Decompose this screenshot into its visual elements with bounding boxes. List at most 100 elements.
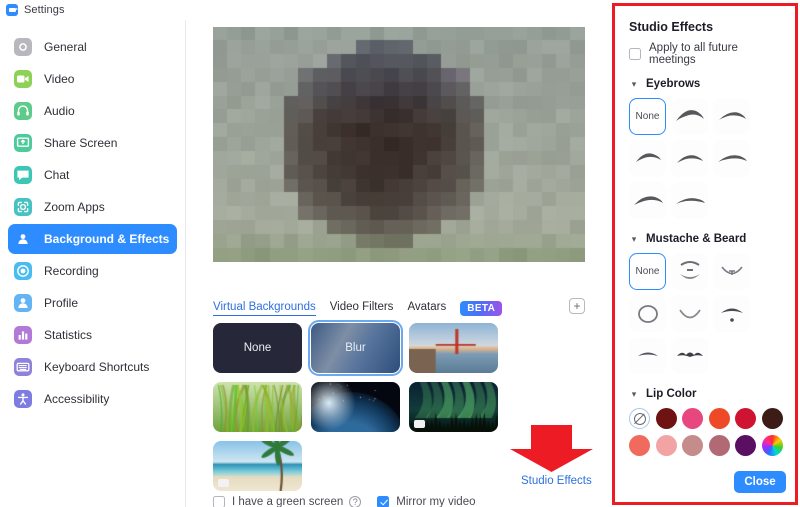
lip-color-swatch[interactable] <box>762 408 783 429</box>
lip-color-custom-swatch[interactable] <box>762 435 783 456</box>
background-thumbnail[interactable] <box>409 323 498 373</box>
studio-effects-link[interactable]: Studio Effects <box>521 475 592 487</box>
effect-thumb-icon <box>672 296 708 332</box>
sidebar-item-profile[interactable]: Profile <box>8 288 177 318</box>
chevron-down-icon: ▾ <box>629 234 639 245</box>
tab-video-filters[interactable]: Video Filters <box>330 301 394 315</box>
background-thumbnail[interactable] <box>311 382 400 432</box>
help-icon[interactable]: ? <box>349 496 361 507</box>
background-thumbnail[interactable] <box>213 382 302 432</box>
keyboard-icon <box>14 358 32 376</box>
background-thumbnail[interactable] <box>213 441 302 491</box>
effect-option[interactable] <box>629 140 666 177</box>
apply-future-meetings-checkbox[interactable] <box>629 48 641 60</box>
effect-option[interactable] <box>671 337 708 374</box>
add-background-button[interactable]: + <box>569 298 585 314</box>
sidebar-item-label: Accessibility <box>44 392 109 406</box>
sidebar-item-share-screen[interactable]: Share Screen <box>8 128 177 158</box>
effect-option[interactable] <box>713 295 750 332</box>
profile-icon <box>14 294 32 312</box>
effect-option[interactable]: None <box>629 253 666 290</box>
sidebar-item-background-effects[interactable]: Background & Effects <box>8 224 177 254</box>
lip-color-swatch[interactable] <box>682 435 703 456</box>
sidebar-item-label: Profile <box>44 296 78 310</box>
background-thumbnail[interactable] <box>409 382 498 432</box>
chevron-down-icon: ▾ <box>629 79 639 90</box>
effect-thumb-icon <box>714 141 750 177</box>
lip-color-swatch[interactable] <box>629 435 650 456</box>
mirror-video-checkbox[interactable] <box>377 496 389 507</box>
effect-option[interactable] <box>629 295 666 332</box>
sidebar-item-zoom-apps[interactable]: Zoom Apps <box>8 192 177 222</box>
sidebar-item-keyboard-shortcuts[interactable]: Keyboard Shortcuts <box>8 352 177 382</box>
lip-color-swatch[interactable] <box>709 408 730 429</box>
effect-option[interactable] <box>671 98 708 135</box>
tab-avatars[interactable]: Avatars <box>407 301 446 315</box>
section-header-mustache-beard[interactable]: ▾ Mustache & Beard <box>629 233 783 245</box>
green-screen-checkbox[interactable] <box>213 496 225 507</box>
tab-virtual-backgrounds[interactable]: Virtual Backgrounds <box>213 301 316 316</box>
lip-color-swatch[interactable] <box>656 408 677 429</box>
sidebar-item-statistics[interactable]: Statistics <box>8 320 177 350</box>
effect-option[interactable] <box>713 253 750 290</box>
effect-option[interactable] <box>629 337 666 374</box>
sidebar-item-chat[interactable]: Chat <box>8 160 177 190</box>
sidebar-item-accessibility[interactable]: Accessibility <box>8 384 177 414</box>
studio-sections: ▾ Eyebrows None ▾ Mustache & Beard None <box>629 78 783 374</box>
option-grid: None <box>629 98 783 219</box>
apply-future-meetings-option[interactable]: Apply to all future meetings <box>629 42 783 66</box>
mirror-video-label: Mirror my video <box>396 496 475 507</box>
green-screen-option[interactable]: I have a green screen ? <box>213 496 361 507</box>
effect-option[interactable] <box>671 295 708 332</box>
sidebar-item-label: Statistics <box>44 328 92 342</box>
effect-option[interactable] <box>671 253 708 290</box>
lip-color-swatch[interactable] <box>656 435 677 456</box>
background-thumbnails: None Blur <box>213 323 585 433</box>
sidebar-item-video[interactable]: Video <box>8 64 177 94</box>
beta-badge: BETA <box>460 301 502 316</box>
zoom-logo-icon <box>6 4 18 16</box>
gear-icon <box>14 38 32 56</box>
effect-thumb-icon <box>630 338 666 374</box>
lip-color-swatch[interactable] <box>735 435 756 456</box>
background-thumbnail[interactable]: Blur <box>311 323 400 373</box>
background-thumbnail[interactable]: None <box>213 323 302 373</box>
effect-thumb-icon <box>630 296 666 332</box>
section-header-eyebrows[interactable]: ▾ Eyebrows <box>629 78 783 90</box>
download-badge-icon <box>218 479 229 487</box>
accessibility-icon <box>14 390 32 408</box>
window-title: Settings <box>24 4 65 16</box>
sidebar-item-label: Chat <box>44 168 69 182</box>
chevron-down-icon: ▾ <box>629 389 639 400</box>
effect-option[interactable] <box>713 140 750 177</box>
lip-color-section-header[interactable]: ▾ Lip Color <box>629 388 783 400</box>
effect-option[interactable] <box>629 182 666 219</box>
effect-thumb-icon <box>672 183 708 219</box>
effect-option[interactable] <box>713 98 750 135</box>
lip-color-none-swatch[interactable] <box>629 408 650 429</box>
apps-icon <box>14 198 32 216</box>
option-grid: None <box>629 253 783 374</box>
effect-thumb-icon <box>672 338 708 374</box>
mirror-video-option[interactable]: Mirror my video <box>377 496 475 507</box>
lip-color-swatches <box>629 408 783 456</box>
chart-icon <box>14 326 32 344</box>
effect-thumb-icon <box>672 254 708 290</box>
lip-color-swatch[interactable] <box>682 408 703 429</box>
effect-option[interactable]: None <box>629 98 666 135</box>
effect-option[interactable] <box>671 140 708 177</box>
sidebar-item-general[interactable]: General <box>8 32 177 62</box>
annotation-arrow-icon <box>509 425 594 472</box>
studio-effects-panel: Studio Effects Apply to all future meeti… <box>612 3 798 505</box>
sidebar-item-recording[interactable]: Recording <box>8 256 177 286</box>
background-thumbnail-label: Blur <box>345 342 365 354</box>
sidebar-item-label: Recording <box>44 264 99 278</box>
sidebar-item-audio[interactable]: Audio <box>8 96 177 126</box>
background-tabs: Virtual Backgrounds Video Filters Avatars B… <box>213 298 585 318</box>
lip-color-swatch[interactable] <box>735 408 756 429</box>
effect-thumb-icon <box>672 141 708 177</box>
effect-option[interactable] <box>671 182 708 219</box>
lip-color-swatch[interactable] <box>709 435 730 456</box>
effect-thumb-icon <box>630 183 666 219</box>
close-button[interactable]: Close <box>734 471 786 493</box>
